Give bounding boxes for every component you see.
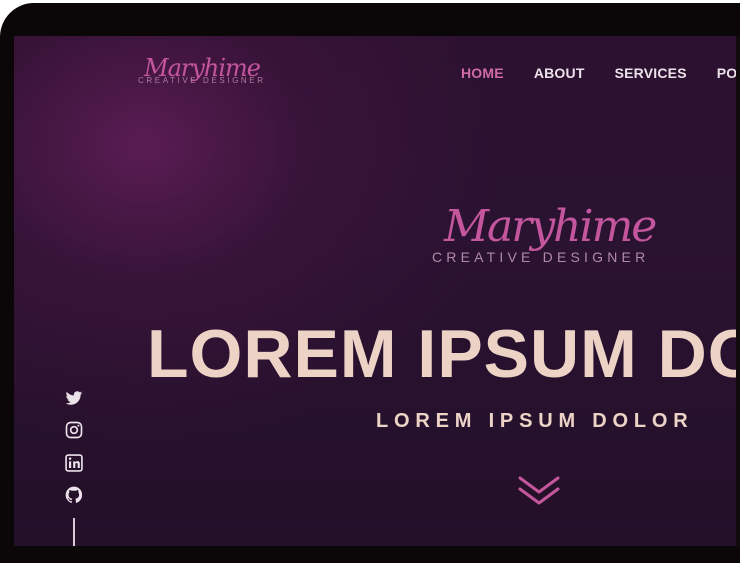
nav-portfolio[interactable]: PO	[717, 65, 738, 81]
nav-services[interactable]: SERVICES	[615, 65, 687, 81]
screen-edge	[736, 36, 740, 546]
hero-logo-script: Maryhime	[444, 201, 657, 252]
instagram-icon[interactable]	[64, 420, 84, 440]
linkedin-icon[interactable]	[64, 453, 84, 473]
header-logo[interactable]: Maryhime CREATIVE DESIGNER	[138, 52, 268, 96]
logo-tagline: CREATIVE DESIGNER	[138, 76, 266, 85]
hero-subtitle: LOREM IPSUM DOLOR	[376, 410, 694, 432]
twitter-icon[interactable]	[64, 388, 84, 408]
github-icon[interactable]	[64, 485, 84, 505]
nav-home[interactable]: HOME	[461, 65, 504, 81]
hero-logo-tagline: CREATIVE DESIGNER	[432, 249, 650, 265]
nav-about[interactable]: ABOUT	[534, 65, 585, 81]
main-nav: HOME ABOUT SERVICES PO	[461, 65, 737, 81]
hero-title: LOREM IPSUM DO	[147, 316, 740, 392]
hero-logo: Maryhime CREATIVE DESIGNER	[430, 201, 660, 291]
double-chevron-down-icon[interactable]	[517, 474, 561, 508]
social-divider-line	[73, 518, 75, 546]
website-screen: Maryhime CREATIVE DESIGNER HOME ABOUT SE…	[14, 36, 740, 546]
